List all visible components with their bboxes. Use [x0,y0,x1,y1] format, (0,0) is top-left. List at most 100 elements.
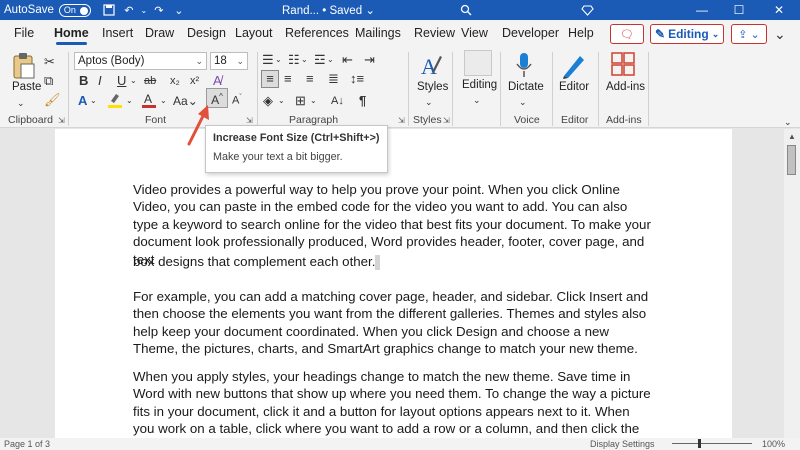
launcher-icon[interactable]: ⇲ [443,116,450,125]
ribbon-display-icon[interactable]: ⌄ [774,26,786,43]
styles-icon[interactable]: A [418,52,444,80]
tab-view[interactable]: View [461,26,488,40]
paste-label[interactable]: Paste [12,81,41,93]
bullets-icon[interactable]: ☰ [262,52,274,68]
justify-icon[interactable]: ≣ [328,71,339,87]
underline-icon[interactable]: U [117,73,126,89]
maximize-button[interactable]: ☐ [722,0,756,20]
chevron-down-icon[interactable]: ⌄ [130,73,137,89]
scroll-up-icon[interactable]: ▲ [788,132,796,141]
zoom-slider[interactable] [672,443,752,444]
add-ins-group-label: Add-ins [606,114,642,126]
chevron-down-icon[interactable]: ⌄ [425,94,433,110]
copy-icon[interactable]: ⧉ [44,73,53,89]
multilevel-list-icon[interactable]: ☲ [314,52,326,68]
paragraph-1-last-line[interactable]: box designs that complement each other. [133,253,653,270]
launcher-icon[interactable]: ⇲ [246,116,253,125]
editing-label[interactable]: Editing [462,79,497,91]
add-ins-icon[interactable] [611,52,635,76]
shading-icon[interactable]: ◈ [263,93,273,109]
text-effects-icon[interactable]: A [78,93,87,109]
decrease-font-size-icon[interactable]: Aˇ [232,90,242,109]
tab-file[interactable]: File [14,26,34,40]
show-formatting-icon[interactable]: ¶ [359,93,366,109]
search-icon[interactable] [456,0,476,20]
chevron-down-icon[interactable]: ⌄ [278,93,285,109]
chevron-down-icon[interactable]: ⌄ [90,93,97,109]
chevron-down-icon[interactable]: ⌄ [519,94,527,110]
increase-indent-icon[interactable]: ⇥ [364,52,375,68]
chevron-down-icon[interactable]: ⌄ [17,95,25,111]
highlight-icon[interactable] [107,91,123,109]
paragraph-2[interactable]: For example, you can add a matching cove… [133,288,653,358]
styles-label[interactable]: Styles [417,81,448,93]
zoom-level[interactable]: 100% [762,439,785,449]
autosave-toggle[interactable]: On [58,3,91,17]
strikethrough-icon[interactable]: ab [144,73,156,89]
launcher-icon[interactable]: ⇲ [58,116,65,125]
editor-label[interactable]: Editor [559,81,589,93]
bold-icon[interactable]: B [79,73,88,89]
share-button[interactable]: ⇪ ⌄ [731,24,767,44]
tab-review[interactable]: Review [414,26,455,40]
scissors-icon[interactable]: ✂ [44,54,55,70]
decrease-indent-icon[interactable]: ⇤ [342,52,353,68]
font-name-value: Aptos (Body) [78,55,145,67]
zoom-slider-thumb[interactable] [698,439,701,448]
close-button[interactable]: ✕ [762,0,796,20]
font-size-combo[interactable]: 18 ⌄ [210,52,248,70]
borders-icon[interactable]: ⊞ [295,93,306,109]
add-ins-label[interactable]: Add-ins [606,81,645,93]
undo-icon[interactable]: ↶ [119,0,139,20]
diamond-icon[interactable] [577,0,597,20]
tab-references[interactable]: References [285,26,349,40]
launcher-icon[interactable]: ⇲ [398,116,405,125]
tab-mailings[interactable]: Mailings [355,26,401,40]
dictate-label[interactable]: Dictate [508,81,544,93]
chevron-down-icon[interactable]: ⌄ [160,93,167,109]
sort-icon[interactable]: A↓ [331,93,344,109]
vertical-scrollbar[interactable]: ▲ [784,129,800,438]
comments-button[interactable]: 🗨 [610,24,644,44]
scroll-thumb[interactable] [787,145,796,175]
paste-icon[interactable] [12,52,36,80]
editing-blank-icon[interactable] [464,50,492,76]
italic-icon[interactable]: I [98,73,102,89]
chevron-down-icon[interactable]: ⌄ [310,93,317,109]
chevron-down-icon[interactable]: ⌄ [139,0,149,20]
microphone-icon[interactable] [515,52,533,80]
chevron-down-icon[interactable]: ⌄ [275,52,282,68]
tab-draw[interactable]: Draw [145,26,174,40]
chevron-down-icon[interactable]: ⌄ [473,92,481,108]
subscript-icon[interactable]: x₂ [170,73,180,89]
align-right-icon[interactable]: ≡ [306,71,314,87]
chevron-down-icon[interactable]: ⌄ [327,52,334,68]
redo-icon[interactable]: ↷ [149,0,169,20]
tab-layout[interactable]: Layout [235,26,273,40]
save-icon[interactable] [99,0,119,20]
tab-developer[interactable]: Developer [502,26,559,40]
numbering-icon[interactable]: ☷ [288,52,300,68]
minimize-button[interactable]: — [685,0,719,20]
tab-design[interactable]: Design [187,26,226,40]
chevron-down-icon[interactable]: ⌄ [784,114,792,130]
customize-toolbar-icon[interactable]: ⌄ [169,0,189,20]
chevron-down-icon[interactable]: ⌄ [301,52,308,68]
editor-icon[interactable] [562,52,586,80]
display-settings[interactable]: Display Settings [590,439,655,449]
line-spacing-icon[interactable]: ↕≡ [350,71,364,87]
font-color-icon[interactable]: A [141,91,157,109]
tab-help[interactable]: Help [568,26,594,40]
superscript-icon[interactable]: x² [190,73,199,89]
page-count[interactable]: Page 1 of 3 [4,439,50,449]
font-name-combo[interactable]: Aptos (Body) ⌄ [74,52,207,70]
chevron-down-icon[interactable]: ⌄ [126,93,133,109]
editing-mode-button[interactable]: ✎ Editing ⌄ [650,24,724,44]
document-title[interactable]: Rand... • Saved ⌄ [282,3,375,17]
format-painter-icon[interactable]: 🖌 [44,92,61,108]
tab-home[interactable]: Home [54,26,89,45]
align-left-icon[interactable]: ≡ [261,70,279,88]
clear-formatting-icon[interactable]: A̸ [213,73,222,89]
align-center-icon[interactable]: ≡ [284,71,292,87]
tab-insert[interactable]: Insert [102,26,133,40]
